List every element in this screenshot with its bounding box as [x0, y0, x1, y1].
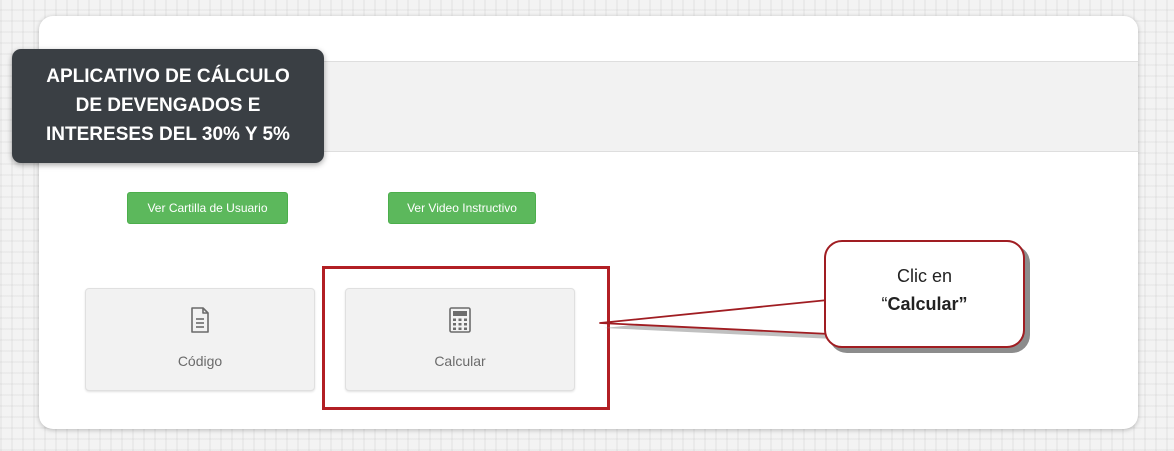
codigo-tile-label: Código: [177, 353, 223, 369]
user-guide-button[interactable]: Ver Cartilla de Usuario: [127, 192, 288, 224]
callout-line-2: “Calcular”: [826, 290, 1023, 318]
instruction-callout: Clic en “Calcular”: [824, 240, 1025, 348]
callout-line-1: Clic en: [896, 266, 953, 286]
app-title-badge: APLICATIVO DE CÁLCULO DE DEVENGADOS E IN…: [12, 49, 324, 163]
title-line-1: APLICATIVO DE CÁLCULO: [46, 66, 290, 87]
title-line-2: DE DEVENGADOS E: [75, 95, 261, 116]
codigo-tile[interactable]: Código: [85, 288, 315, 391]
video-tutorial-button[interactable]: Ver Video Instructivo: [388, 192, 536, 224]
title-line-3: INTERESES DEL 30% Y 5%: [46, 124, 290, 145]
callout-target-text: Calcular”: [887, 294, 968, 314]
calcular-highlight-box: [322, 266, 610, 410]
document-icon: [191, 307, 209, 333]
